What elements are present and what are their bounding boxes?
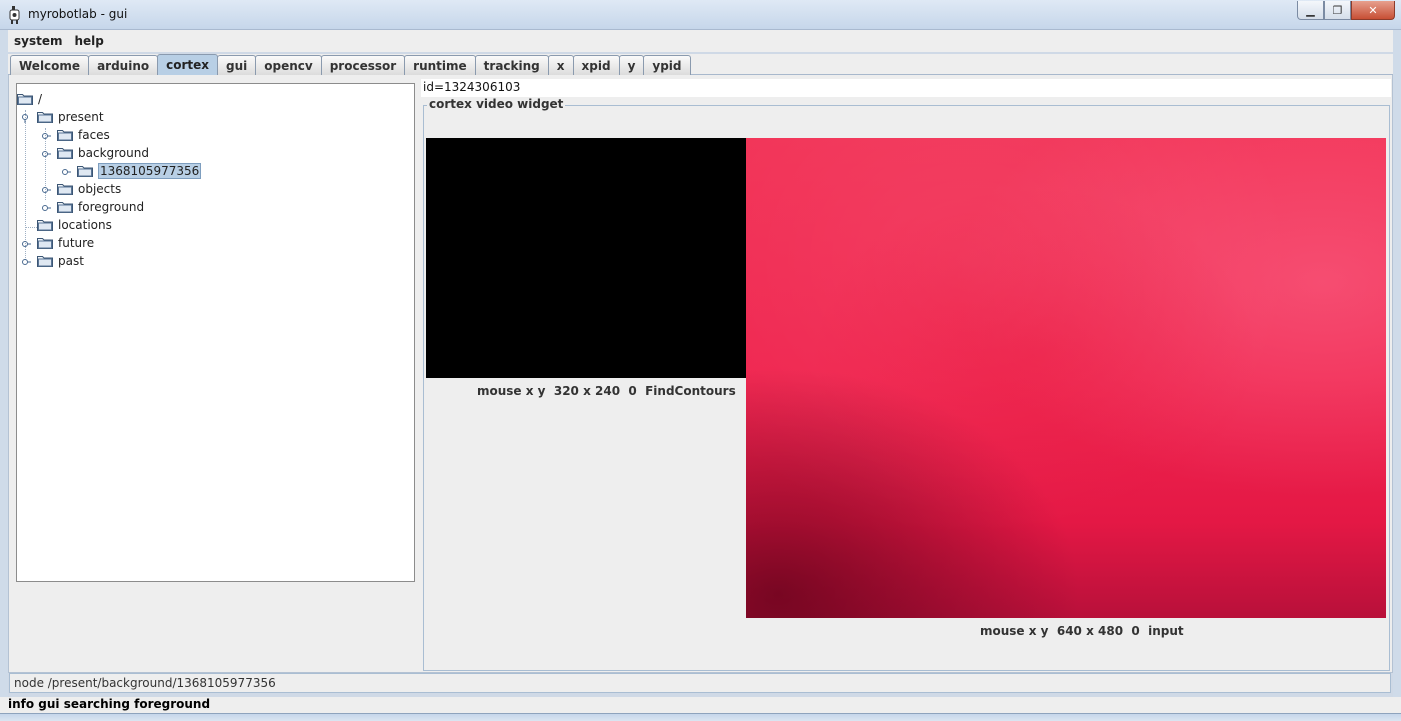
minimize-button[interactable]: ▁: [1297, 1, 1324, 20]
video-caption-input: mouse x y 640 x 480 0 input: [980, 624, 1184, 638]
folder-icon: [37, 111, 53, 123]
menu-bar: system help: [8, 30, 1393, 52]
tree-label-past: past: [58, 254, 84, 268]
tree-label-selected: 1368105977356: [98, 163, 202, 179]
maximize-button[interactable]: ❐: [1324, 1, 1351, 20]
tree-label-objects: objects: [78, 182, 122, 196]
folder-icon: [77, 165, 93, 177]
tab-gui[interactable]: gui: [217, 55, 257, 75]
node-path-field: node /present/background/1368105977356: [9, 673, 1391, 693]
video-caption-findcontours: mouse x y 320 x 240 0 FindContours: [477, 384, 736, 398]
tree-label-locations: locations: [58, 218, 112, 232]
tab-cortex[interactable]: cortex: [157, 54, 219, 75]
tree-node-past[interactable]: past: [37, 252, 84, 270]
folder-icon: [57, 147, 73, 159]
tree-collapse-handle-icon[interactable]: [41, 185, 51, 195]
tree-collapse-handle-icon[interactable]: [21, 239, 31, 249]
video-display-findcontours[interactable]: [426, 138, 746, 378]
tree-label-future: future: [58, 236, 95, 250]
tab-bar: Welcome arduino cortex gui opencv proces…: [8, 54, 1393, 75]
menu-help[interactable]: help: [69, 34, 110, 48]
window-controls: ▁ ❐ ✕: [1297, 1, 1395, 21]
folder-icon: [37, 219, 53, 231]
memory-tree[interactable]: / present faces background 1368105977356…: [16, 83, 415, 582]
tree-collapse-handle-icon[interactable]: [41, 131, 51, 141]
close-button[interactable]: ✕: [1351, 1, 1395, 20]
tab-processor[interactable]: processor: [320, 55, 406, 75]
tree-label-background: background: [78, 146, 149, 160]
window-frame-left: [0, 30, 8, 697]
folder-icon: [37, 255, 53, 267]
tree-collapse-handle-icon[interactable]: [21, 257, 31, 267]
window-frame-bottom: [0, 713, 1401, 721]
folder-icon: [57, 183, 73, 195]
tree-node-present[interactable]: present: [37, 108, 104, 126]
app-icon: [9, 6, 20, 24]
tree-expand-handle-icon[interactable]: [21, 113, 31, 123]
tab-x[interactable]: x: [547, 55, 574, 75]
folder-icon: [57, 129, 73, 141]
folder-icon: [37, 237, 53, 249]
cortex-panel: / present faces background 1368105977356…: [8, 75, 1393, 693]
tree-node-objects[interactable]: objects: [57, 180, 121, 198]
tree-node-root[interactable]: /: [17, 90, 42, 108]
window-frame-right: [1393, 30, 1401, 697]
video-widget-title: cortex video widget: [427, 97, 566, 111]
tab-welcome[interactable]: Welcome: [10, 55, 90, 75]
tree-node-future[interactable]: future: [37, 234, 94, 252]
tree-node-background[interactable]: background: [57, 144, 149, 162]
tab-ypid[interactable]: ypid: [643, 55, 691, 75]
tab-tracking[interactable]: tracking: [474, 55, 549, 75]
tree-node-background-child[interactable]: 1368105977356: [77, 162, 202, 180]
tree-expand-handle-icon[interactable]: [41, 149, 51, 159]
title-bar: myrobotlab - gui ▁ ❐ ✕: [0, 0, 1401, 30]
status-bar: info gui searching foreground: [0, 697, 1401, 713]
folder-icon: [17, 93, 33, 105]
tab-opencv[interactable]: opencv: [255, 55, 322, 75]
tree-label-faces: faces: [78, 128, 110, 142]
tab-runtime[interactable]: runtime: [404, 55, 476, 75]
tab-y[interactable]: y: [618, 55, 645, 75]
tree-node-locations[interactable]: locations: [37, 216, 112, 234]
menu-system[interactable]: system: [8, 34, 69, 48]
tree-node-foreground[interactable]: foreground: [57, 198, 144, 216]
window-title: myrobotlab - gui: [28, 7, 128, 21]
tree-collapse-handle-icon[interactable]: [41, 203, 51, 213]
service-id-field: id=1324306103: [421, 79, 1391, 97]
video-display-input[interactable]: [746, 138, 1386, 618]
tab-arduino[interactable]: arduino: [88, 55, 159, 75]
tree-node-faces[interactable]: faces: [57, 126, 110, 144]
folder-icon: [57, 201, 73, 213]
tree-label-foreground: foreground: [78, 200, 145, 214]
tab-xpid[interactable]: xpid: [572, 55, 620, 75]
tree-label-present: present: [58, 110, 104, 124]
tree-collapse-handle-icon[interactable]: [61, 167, 71, 177]
tree-label-root: /: [38, 92, 43, 106]
